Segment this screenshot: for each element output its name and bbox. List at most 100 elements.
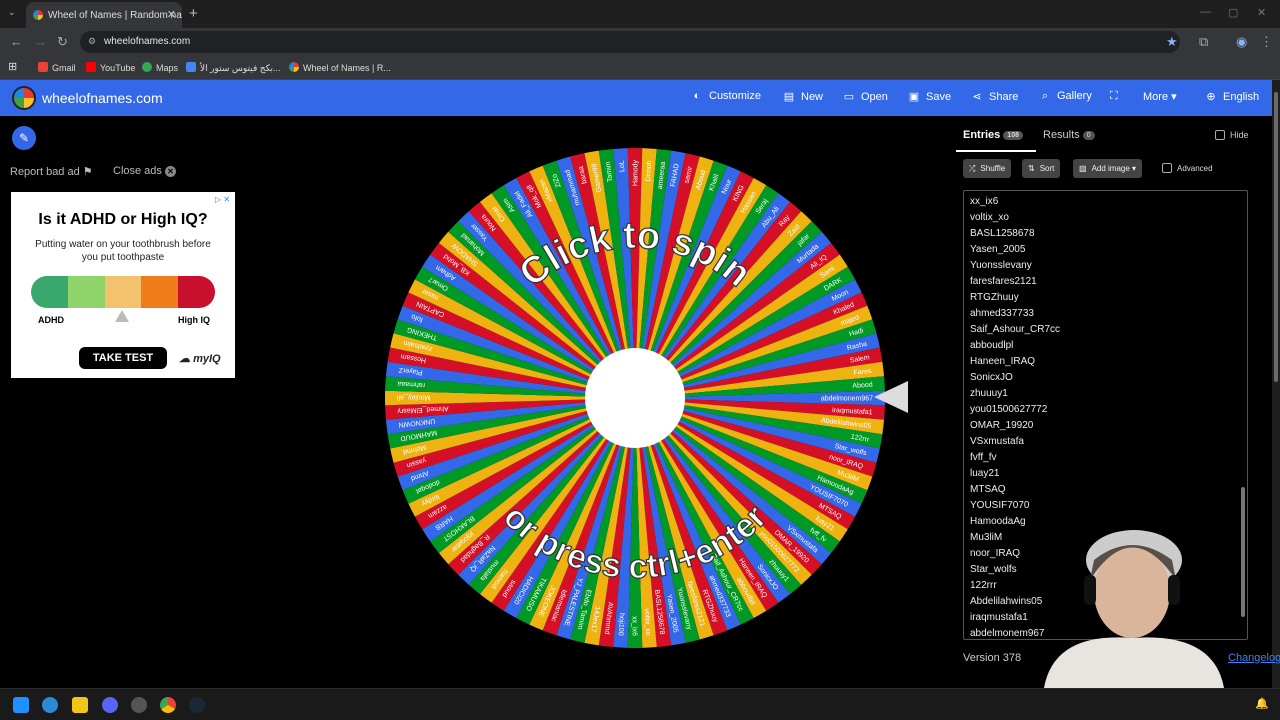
shuffle-button[interactable]: ⤮ Shuffle (963, 159, 1012, 178)
close-ads-link[interactable]: Close ads ✕ (113, 165, 176, 177)
minimize-icon[interactable]: — (1200, 6, 1211, 18)
page-scrollbar-thumb[interactable] (1274, 92, 1278, 382)
close-tab-icon[interactable]: ✕ (167, 8, 176, 21)
spin-wheel[interactable]: abdelmonem967 iraqmustafa1 Abdelilahwins05… (383, 146, 887, 650)
bookmark-wheel[interactable]: Wheel of Names | R... (289, 62, 391, 73)
bookmark-store[interactable]: بكج فيتوس ستور الأ... (186, 62, 281, 74)
reload-icon[interactable]: ↻ (57, 34, 68, 50)
tab-results[interactable]: Results 0 (1043, 129, 1095, 141)
customize-button[interactable]: ◐ Customize (690, 90, 761, 102)
windows-start-icon[interactable] (13, 697, 29, 713)
entry-line[interactable]: VSxmustafa (970, 436, 1024, 447)
url-text: wheelofnames.com (104, 36, 191, 47)
ad-subtext: Putting water on your toothbrush before … (35, 239, 211, 263)
entry-line[interactable]: SonicxJO (970, 372, 1013, 383)
entry-line[interactable]: MTSAQ (970, 484, 1006, 495)
gallery-button[interactable]: ⌕ Gallery (1038, 90, 1092, 103)
language-button[interactable]: ⊕ English (1204, 90, 1259, 103)
extensions-icon[interactable]: ⧉ (1199, 34, 1208, 50)
entry-line[interactable]: you01500627772 (970, 404, 1047, 415)
entry-line[interactable]: xx_ix6 (970, 196, 998, 207)
entry-line[interactable]: abboudlpl (970, 340, 1013, 351)
page-scrollbar[interactable] (1272, 80, 1280, 688)
ad-scale-segment (178, 276, 215, 308)
entry-line[interactable]: Yuonsslevany (970, 260, 1032, 271)
entry-line[interactable]: Yasen_2005 (970, 244, 1025, 255)
url-field[interactable]: ⚙ wheelofnames.com (80, 31, 1180, 53)
add-image-button[interactable]: ▨ Add image ▾ (1073, 159, 1143, 178)
tab-search-icon[interactable]: ⌄ (8, 7, 16, 18)
entry-line[interactable]: faresfares2121 (970, 276, 1037, 287)
back-icon[interactable]: ← (10, 34, 23, 49)
advertisement[interactable]: ▷ ✕ Is it ADHD or High IQ? Putting water… (11, 192, 235, 378)
steam-icon[interactable] (189, 697, 205, 713)
bookmark-gmail[interactable]: Gmail (38, 62, 76, 73)
gmail-icon (38, 62, 48, 72)
bookmark-maps[interactable]: Maps (142, 62, 178, 73)
ad-brand: ☁ myIQ (179, 353, 221, 365)
fullscreen-icon[interactable]: ⛶ (1110, 90, 1118, 103)
entry-line[interactable]: voltix_xo (970, 212, 1009, 223)
maximize-icon[interactable]: ▢ (1228, 6, 1238, 19)
wheel-segment-label: xx_ix6 (631, 616, 638, 636)
share-button[interactable]: ⋖ Share (970, 90, 1018, 103)
sort-button[interactable]: ⇅ Sort (1022, 159, 1061, 178)
entry-line[interactable]: Mu3liM (970, 532, 1002, 543)
entry-line[interactable]: ahmed337733 (970, 308, 1034, 319)
hide-checkbox[interactable]: Hide (1215, 130, 1249, 140)
entry-line[interactable]: Haneen_IRAQ (970, 356, 1035, 367)
entry-line[interactable]: fvff_fv (970, 452, 997, 463)
folder-icon: ▭ (843, 91, 855, 103)
brain-icon: ☁ (179, 353, 190, 365)
close-window-icon[interactable]: ✕ (1257, 6, 1266, 19)
brand-name[interactable]: wheelofnames.com (42, 90, 163, 106)
browser-menu-icon[interactable]: ⋮ (1260, 34, 1273, 50)
main-area: ✎ Report bad ad ⚑ Close ads ✕ ▷ ✕ Is it A… (0, 116, 1280, 688)
entry-line[interactable]: OMAR_19920 (970, 420, 1033, 431)
wheel-favicon-icon (289, 62, 299, 72)
notification-bell-icon[interactable]: 🔔 (1255, 697, 1271, 713)
scale-marker-icon (115, 310, 129, 322)
profile-icon[interactable]: ◉ (1236, 34, 1247, 50)
wheel-segment-label: Hamody (633, 160, 640, 187)
entry-line[interactable]: luay21 (970, 468, 999, 479)
app-header: wheelofnames.com ◐ Customize ▤ New ▭ Open ▣… (0, 80, 1272, 116)
active-tab-indicator (956, 150, 1036, 152)
entry-line[interactable]: zhuuuy1 (970, 388, 1008, 399)
new-button[interactable]: ▤ New (782, 90, 823, 103)
more-button[interactable]: More ▾ (1143, 90, 1177, 103)
logo-icon[interactable] (12, 86, 36, 110)
take-test-button[interactable]: TAKE TEST (79, 347, 167, 369)
entry-line[interactable]: RTGZhuuy (970, 292, 1019, 303)
image-icon: ▨ (1079, 164, 1087, 173)
wheel-segment-label: Moulay_ali (397, 394, 431, 401)
app-icon[interactable] (131, 697, 147, 713)
bookmark-star-icon[interactable]: ★ (1166, 34, 1178, 50)
bookmark-youtube[interactable]: YouTube (86, 62, 135, 73)
tab-entries[interactable]: Entries 108 (963, 129, 1023, 141)
browser-tab[interactable]: Wheel of Names | Random name... ✕ (26, 2, 182, 28)
wheel-segment-label: LoL (619, 160, 627, 172)
entry-line[interactable]: 122rrr (970, 580, 997, 591)
save-button[interactable]: ▣ Save (907, 90, 951, 103)
discord-icon[interactable] (102, 697, 118, 713)
forward-icon[interactable]: → (34, 34, 47, 49)
edge-icon[interactable] (42, 697, 58, 713)
edit-pencil-icon[interactable]: ✎ (12, 126, 36, 150)
entries-count-badge: 108 (1003, 131, 1023, 140)
report-ad-link[interactable]: Report bad ad ⚑ (10, 165, 93, 178)
apps-icon[interactable]: ⊞ (8, 60, 17, 73)
chrome-icon[interactable] (160, 697, 176, 713)
search-icon: ⌕ (1041, 90, 1049, 102)
wheel-center-hub[interactable] (585, 348, 685, 448)
advanced-checkbox[interactable]: Advanced (1162, 163, 1213, 173)
wheel-svg[interactable]: abdelmonem967iraqmustafa1Abdelilahwins05… (383, 146, 887, 650)
entry-line[interactable]: YOUSIF7070 (970, 500, 1029, 511)
adchoices-icon[interactable]: ▷ ✕ (215, 195, 230, 204)
entry-line[interactable]: Saif_Ashour_CR7cc (970, 324, 1060, 335)
new-tab-icon[interactable]: + (189, 5, 198, 22)
entry-line[interactable]: BASL1258678 (970, 228, 1035, 239)
open-button[interactable]: ▭ Open (842, 90, 888, 103)
file-explorer-icon[interactable] (72, 697, 88, 713)
site-info-icon[interactable]: ⚙ (88, 36, 96, 47)
